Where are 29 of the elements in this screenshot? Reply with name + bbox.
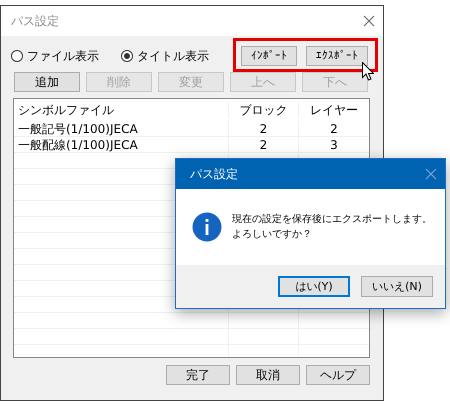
close-icon[interactable] <box>363 15 375 27</box>
import-button[interactable]: ｲﾝﾎﾟｰﾄ <box>241 46 297 66</box>
table-cell: 一般配線(1/100)JECA <box>14 137 229 152</box>
table-cell-text: 3 <box>329 137 339 152</box>
column-header[interactable]: ブロック <box>229 102 299 118</box>
info-icon <box>192 212 222 242</box>
table-cell: 一般記号(1/100)JECA <box>14 121 229 136</box>
help-button[interactable]: ヘルプ <box>306 365 370 385</box>
table-cell-text: 2 <box>329 121 339 136</box>
table-cell: 2 <box>229 137 299 152</box>
export-button[interactable]: ｴｸｽﾎﾟｰﾄ <box>306 46 368 66</box>
column-header[interactable]: レイヤー <box>299 102 369 118</box>
message-text: 現在の設定を保存後にエクスポートします。 <box>232 212 432 227</box>
done-button[interactable]: 完了 <box>166 365 230 385</box>
cursor-icon <box>362 62 374 81</box>
dialog-title: パス設定 <box>190 166 238 183</box>
window-title: パス設定 <box>11 13 59 30</box>
no-button[interactable]: いいえ(N) <box>361 276 433 297</box>
yes-button[interactable]: はい(Y) <box>278 276 350 297</box>
message-text: よろしいですか？ <box>232 228 313 242</box>
radio-button[interactable] <box>121 50 133 62</box>
radio-button[interactable] <box>11 50 23 62</box>
cancel-button[interactable]: 取消 <box>236 365 300 385</box>
radio-option[interactable]: ファイル表示 <box>11 47 99 65</box>
toolbar-button[interactable]: 追加 <box>14 72 80 92</box>
radio-option[interactable]: タイトル表示 <box>121 47 209 65</box>
close-icon[interactable] <box>425 168 437 180</box>
table-cell: 2 <box>229 121 299 136</box>
column-header[interactable]: シンボルファイル <box>14 102 229 118</box>
